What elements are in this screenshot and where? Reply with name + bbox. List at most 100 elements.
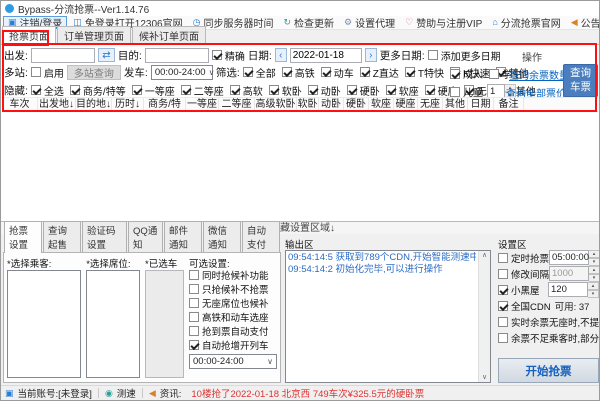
exact-match-checkbox[interactable]: 精确 [212,48,245,63]
options-label: 可选设置: [189,256,277,268]
hide-5-checkbox[interactable]: 软卧 [269,83,302,98]
column-header-13[interactable]: 无座 [418,98,443,111]
filter-2-checkbox[interactable]: 动车 [321,65,354,80]
settings-5-checkbox[interactable]: 余票不足乘客时,部分提交 [498,331,600,345]
spin-down-icon[interactable]: ▾ [589,274,600,282]
settings-tab-0[interactable]: 抢票设置 [4,221,42,253]
option-3-checkbox[interactable]: 高铁和动车选座 [189,310,269,324]
output-scrollbar[interactable]: ∧ ∨ [478,251,490,382]
column-header-10[interactable]: 硬卧 [344,98,369,111]
hide-3-checkbox[interactable]: 二等座 [181,83,224,98]
filter-1-checkbox[interactable]: 高铁 [282,65,315,80]
column-header-12[interactable]: 硬座 [394,98,418,111]
column-header-1[interactable]: 出发地↓ [38,98,76,111]
settings-2-checkbox[interactable]: 小黑屋 [498,283,540,297]
selected-trains-listbox[interactable] [145,270,184,378]
column-header-15[interactable]: 日期 [468,98,494,111]
option-5-checkbox[interactable]: 自动抢增开列车 [189,338,269,352]
swap-stations-button[interactable]: ⇄ [98,48,115,62]
train-table-body[interactable] [2,113,598,221]
seat-listbox[interactable] [86,270,140,378]
hide-7-checkbox[interactable]: 硬卧 [347,83,380,98]
filter-4-checkbox[interactable]: T特快 [405,65,444,80]
spin-up-icon[interactable]: ▴ [589,266,600,274]
toolbar-button-4[interactable]: ⚙设置代理 [340,16,399,29]
next-date-button[interactable]: › [365,48,377,62]
option-3-checkbox-label: 高铁和动车选座 [202,310,269,324]
depart-time-label: 发车: [124,65,148,80]
exact-match-checkbox-box [212,50,222,60]
grab-time-range-select[interactable]: 00:00-24:00 ∨ [189,354,277,369]
settings-tab-5[interactable]: 微信通知 [203,221,241,252]
spin-up-icon[interactable]: ▴ [589,250,600,258]
settings-tab-4[interactable]: 邮件通知 [164,221,202,252]
prev-date-button[interactable]: ‹ [275,48,287,62]
passenger-listbox[interactable] [7,270,81,378]
option-4-checkbox[interactable]: 抢到票自动支付 [189,324,269,338]
spin-down-icon[interactable]: ▾ [588,290,599,298]
column-header-7[interactable]: 高级软卧 [255,98,297,111]
tab-2[interactable]: 候补订单页面 [132,26,206,44]
column-header-2[interactable]: 目的地↓ [76,98,112,111]
to-input[interactable] [145,48,209,63]
depart-time-select[interactable]: 00:00-24:00 ∨ [151,65,213,80]
settings-0-checkbox[interactable]: 定时抢票 [498,251,549,265]
spinner-arrows: ▴▾ [589,266,600,281]
hide-6-checkbox[interactable]: 动卧 [308,83,341,98]
tab-0[interactable]: 抢票页面 [2,26,56,45]
spin-down-icon[interactable]: ▾ [589,258,600,266]
start-grab-button[interactable]: 开始抢票 [498,358,599,383]
filter-0-checkbox[interactable]: 全部 [243,65,276,80]
settings-1-checkbox[interactable]: 修改间隔 [498,267,549,281]
column-header-8[interactable]: 软卧 [297,98,319,111]
settings-2-spinner[interactable]: 120▴▾ [548,282,599,297]
toolbar-button-5[interactable]: ♡赞助与注册VIP [401,16,486,29]
column-header-9[interactable]: 动卧 [319,98,344,111]
hide-2-checkbox[interactable]: 一等座 [132,83,175,98]
settings-1-spinner[interactable]: 1000▴▾ [549,266,600,281]
add-more-dates-checkbox[interactable]: 添加更多日期 [428,48,501,63]
option-1-checkbox[interactable]: 只抢候补不抢票 [189,282,269,296]
adult-checkbox[interactable]: 成人 [450,66,483,81]
multi-station-query-button[interactable]: 多站查询 [67,65,121,80]
from-input[interactable] [31,48,95,63]
settings-tab-6[interactable]: 自动支付 [242,221,280,252]
spin-up-icon[interactable]: ▴ [588,282,599,290]
column-header-16[interactable]: 备注 [494,98,524,111]
hide-1-checkbox[interactable]: 商务/特等 [70,83,126,98]
settings-tab-3[interactable]: QQ通知 [128,221,163,252]
scroll-down-icon[interactable]: ∨ [482,373,487,382]
option-2-checkbox[interactable]: 无座席位也候补 [189,296,269,310]
toolbar-button-6[interactable]: ⌂分流抢票官网 [488,16,564,29]
settings-4-checkbox[interactable]: 实时余票无座时,不提交 [498,315,600,329]
toolbar-button-3[interactable]: ↻检查更新 [279,16,338,29]
column-header-6[interactable]: 二等座 [219,98,255,111]
option-0-checkbox[interactable]: 同时抢候补功能 [189,268,269,282]
hide-8-checkbox[interactable]: 软座 [386,83,419,98]
column-header-3[interactable]: 历时↓ [112,98,144,111]
speed-test-button[interactable]: 测速 [117,386,136,400]
query-remaining-link[interactable]: 查询余票数量 [509,67,569,82]
settings-tab-2[interactable]: 验证码设置 [82,221,127,252]
hide-4-checkbox[interactable]: 高软 [230,83,263,98]
scroll-up-icon[interactable]: ∧ [482,251,487,260]
column-header-11[interactable]: 软座 [369,98,394,111]
settings-0-spinner[interactable]: 05:00:00▴▾ [549,250,600,265]
news-message: 10楼抢了2022-01-18 北京西 749车次¥325.5元的硬卧票 [191,386,424,400]
date-input[interactable] [290,48,362,63]
hide-0-checkbox[interactable]: 全选 [31,83,64,98]
settings-3-checkbox[interactable]: 全国CDN [498,299,551,313]
multi-station-enable-checkbox[interactable]: 启用 [31,65,64,80]
settings-tab-1[interactable]: 查询起售 [43,221,81,252]
hide-1-checkbox-label: 商务/特等 [83,83,126,98]
account-status: 当前账号:[未登录] [18,386,92,400]
query-ticket-button[interactable]: 查询 车票 [563,64,598,97]
announce-button[interactable]: ◀公告: [567,16,600,29]
tab-1[interactable]: 订单管理页面 [57,26,131,44]
column-header-4[interactable]: 商务/特等 [144,98,186,111]
column-header-5[interactable]: 一等座 [186,98,219,111]
hide-0-checkbox-box [31,85,41,95]
filter-3-checkbox[interactable]: Z直达 [360,65,399,80]
column-header-0[interactable]: 车次 [2,98,38,111]
column-header-14[interactable]: 其他 [443,98,468,111]
